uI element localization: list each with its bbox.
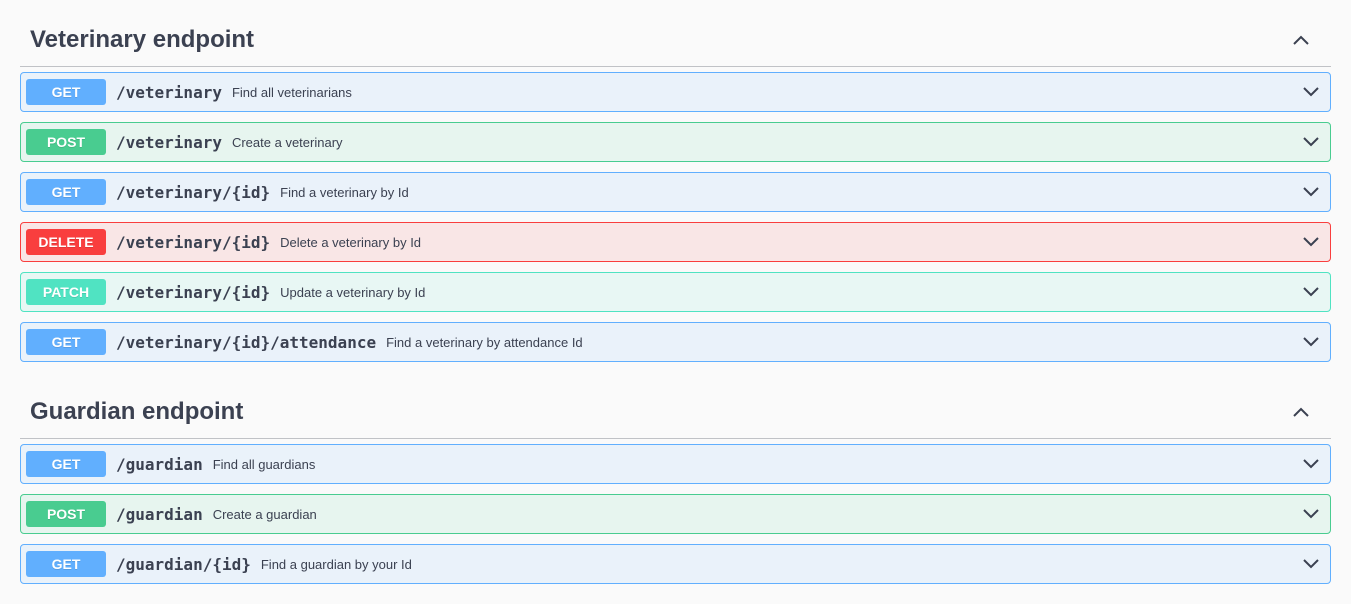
- method-badge: GET: [26, 451, 106, 477]
- chevron-down-icon: [1303, 137, 1319, 147]
- expand-button[interactable]: [1301, 182, 1321, 202]
- operation-row[interactable]: GET /veterinary/{id} Find a veterinary b…: [20, 172, 1331, 212]
- endpoint-path: /guardian: [116, 454, 203, 474]
- chevron-down-icon: [1303, 337, 1319, 347]
- endpoint-path: /veterinary/{id}: [116, 182, 271, 202]
- method-badge: GET: [26, 79, 106, 105]
- operation-row[interactable]: GET /veterinary/{id}/attendance Find a v…: [20, 322, 1331, 362]
- tag-header[interactable]: Guardian endpoint: [20, 372, 1331, 439]
- method-badge: GET: [26, 329, 106, 355]
- expand-button[interactable]: [1301, 554, 1321, 574]
- method-badge: GET: [26, 179, 106, 205]
- chevron-up-icon: [1293, 35, 1309, 45]
- endpoint-path: /veterinary/{id}: [116, 232, 271, 252]
- endpoint-path: /veterinary/{id}/attendance: [116, 332, 377, 352]
- endpoint-path: /veterinary: [116, 132, 222, 152]
- expand-button[interactable]: [1301, 82, 1321, 102]
- expand-button[interactable]: [1301, 454, 1321, 474]
- expand-button[interactable]: [1301, 282, 1321, 302]
- endpoint-summary: Delete a veterinary by Id: [280, 234, 422, 250]
- method-badge: POST: [26, 129, 106, 155]
- chevron-down-icon: [1303, 87, 1319, 97]
- endpoint-summary: Find a guardian by your Id: [260, 556, 412, 572]
- method-badge: DELETE: [26, 229, 106, 255]
- tag-section-veterinary: Veterinary endpoint GET /veterinary Find…: [20, 0, 1331, 362]
- operation-row[interactable]: POST /guardian Create a guardian: [20, 494, 1331, 534]
- endpoint-summary: Find all veterinarians: [231, 84, 352, 100]
- endpoint-summary: Create a veterinary: [231, 134, 343, 150]
- operation-row[interactable]: DELETE /veterinary/{id} Delete a veterin…: [20, 222, 1331, 262]
- method-badge: GET: [26, 551, 106, 577]
- collapse-button[interactable]: [1281, 378, 1321, 432]
- chevron-down-icon: [1303, 237, 1319, 247]
- chevron-down-icon: [1303, 509, 1319, 519]
- endpoint-summary: Create a guardian: [212, 506, 317, 522]
- chevron-down-icon: [1303, 559, 1319, 569]
- endpoint-path: /veterinary: [116, 82, 222, 102]
- tag-header[interactable]: Veterinary endpoint: [20, 0, 1331, 67]
- expand-button[interactable]: [1301, 504, 1321, 524]
- tag-title[interactable]: Guardian endpoint: [30, 384, 243, 426]
- swagger-ui: Veterinary endpoint GET /veterinary Find…: [0, 0, 1351, 604]
- chevron-down-icon: [1303, 187, 1319, 197]
- operation-row[interactable]: POST /veterinary Create a veterinary: [20, 122, 1331, 162]
- endpoint-path: /veterinary/{id}: [116, 282, 271, 302]
- endpoint-path: /guardian/{id}: [116, 554, 251, 574]
- collapse-button[interactable]: [1281, 6, 1321, 60]
- endpoint-path: /guardian: [116, 504, 203, 524]
- chevron-down-icon: [1303, 287, 1319, 297]
- method-badge: PATCH: [26, 279, 106, 305]
- operation-row[interactable]: PATCH /veterinary/{id} Update a veterina…: [20, 272, 1331, 312]
- method-badge: POST: [26, 501, 106, 527]
- endpoint-summary: Update a veterinary by Id: [280, 284, 426, 300]
- operation-row[interactable]: GET /guardian Find all guardians: [20, 444, 1331, 484]
- chevron-up-icon: [1293, 407, 1309, 417]
- endpoint-summary: Find a veterinary by Id: [280, 184, 409, 200]
- expand-button[interactable]: [1301, 132, 1321, 152]
- endpoint-summary: Find a veterinary by attendance Id: [386, 334, 583, 350]
- tag-section-guardian: Guardian endpoint GET /guardian Find all…: [20, 372, 1331, 584]
- operation-row[interactable]: GET /guardian/{id} Find a guardian by yo…: [20, 544, 1331, 584]
- tag-title[interactable]: Veterinary endpoint: [30, 12, 254, 54]
- chevron-down-icon: [1303, 459, 1319, 469]
- expand-button[interactable]: [1301, 232, 1321, 252]
- endpoint-summary: Find all guardians: [212, 456, 316, 472]
- operation-row[interactable]: GET /veterinary Find all veterinarians: [20, 72, 1331, 112]
- expand-button[interactable]: [1301, 332, 1321, 352]
